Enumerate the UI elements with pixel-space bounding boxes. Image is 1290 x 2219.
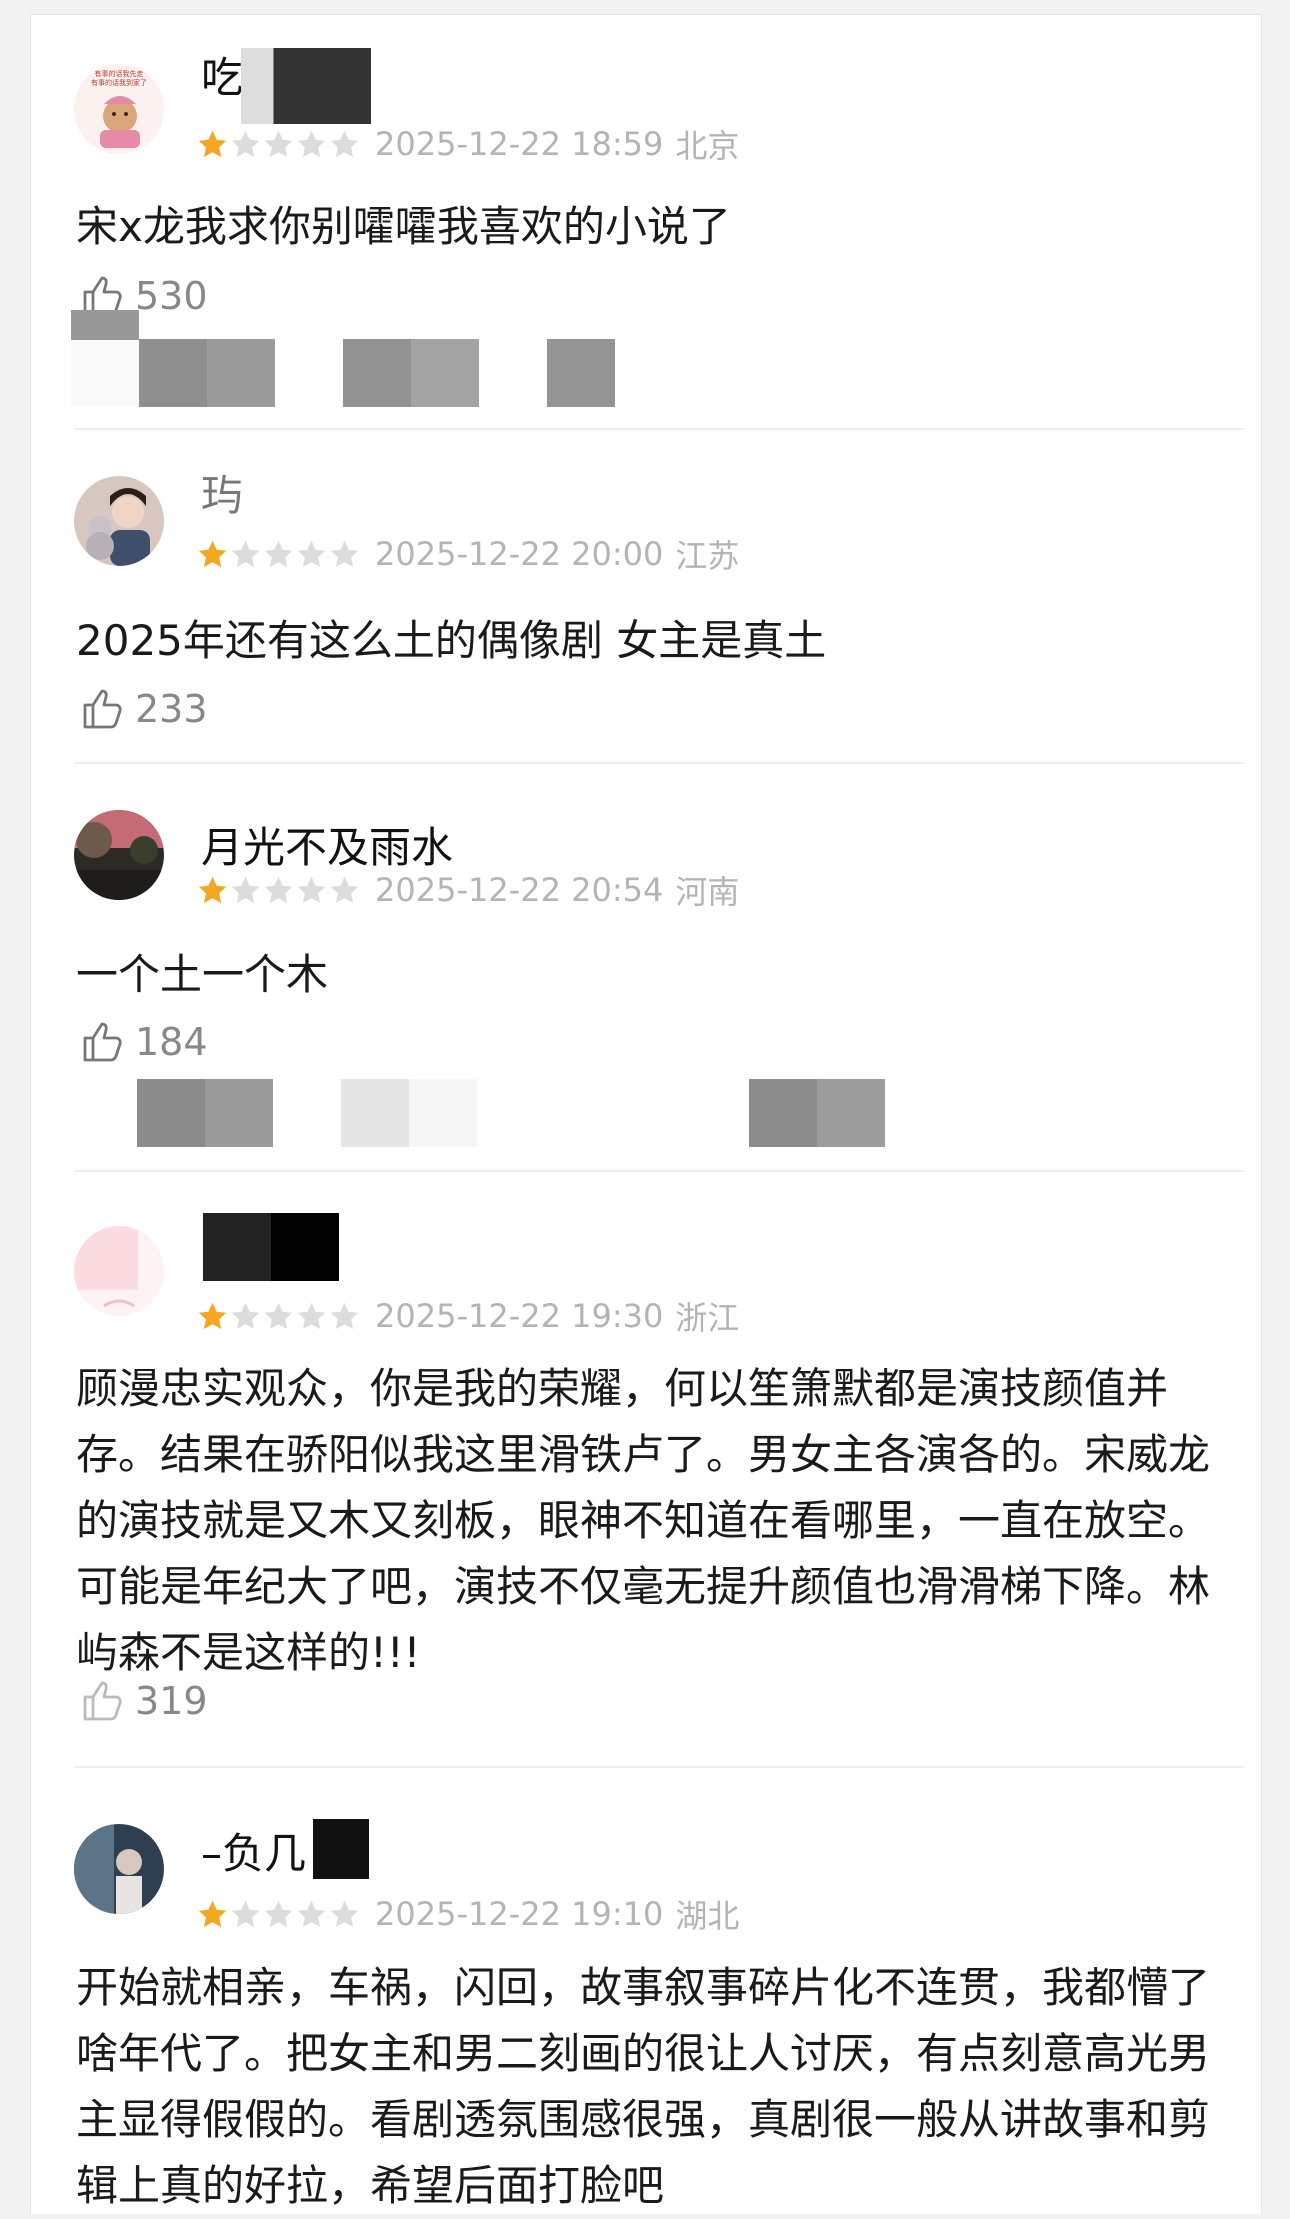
username[interactable]: –负几	[201, 1830, 306, 1878]
star-icon	[295, 1300, 328, 1333]
avatar[interactable]	[74, 1824, 164, 1914]
comment-divider	[74, 1170, 1244, 1172]
like-button[interactable]: 319	[79, 1676, 208, 1726]
star-rating	[196, 1300, 361, 1333]
comment-text: 一个土一个木	[76, 950, 329, 999]
comment-meta: 2025-12-22 19:30 浙江	[196, 1296, 740, 1337]
username[interactable]: 吃	[201, 54, 243, 102]
comment-meta: 2025-12-22 18:59 北京	[196, 124, 740, 165]
comment-text: 顾漫忠实观众，你是我的荣耀，何以笙箫默都是演技颜值并存。结果在骄阳似我这里滑铁卢…	[76, 1364, 1211, 1677]
star-icon	[196, 538, 229, 571]
star-rating	[196, 874, 361, 907]
star-icon	[262, 128, 295, 161]
comment-location: 浙江	[675, 1299, 740, 1337]
comment-divider	[74, 762, 1244, 764]
avatar[interactable]	[74, 810, 164, 900]
star-icon	[295, 538, 328, 571]
star-icon	[229, 874, 262, 907]
star-icon	[229, 1300, 262, 1333]
redaction-mosaic	[137, 1079, 885, 1147]
comment-text: 2025年还有这么土的偶像剧 女主是真土	[76, 616, 827, 665]
star-icon	[229, 538, 262, 571]
comment-time: 2025-12-22 18:59	[375, 125, 664, 163]
comment-time: 2025-12-22 19:30	[375, 1297, 664, 1335]
like-button[interactable]: 233	[79, 684, 208, 734]
avatar[interactable]	[74, 1226, 164, 1316]
redaction-block	[203, 1213, 339, 1281]
svg-text:有事的话我到家了: 有事的话我到家了	[91, 78, 147, 87]
redaction-block	[71, 310, 139, 340]
comment-divider	[74, 1766, 1244, 1768]
star-icon	[328, 874, 361, 907]
thumb-up-icon	[79, 1018, 127, 1066]
star-icon	[328, 128, 361, 161]
redaction-block	[313, 1819, 369, 1879]
comment-text: 宋x龙我求你别嚯嚯我喜欢的小说了	[76, 202, 731, 251]
star-icon	[328, 538, 361, 571]
like-count: 184	[135, 1020, 208, 1064]
avatar[interactable]	[74, 476, 164, 566]
comment-meta: 2025-12-22 20:00 江苏	[196, 534, 740, 575]
comment-location: 湖北	[675, 1897, 740, 1935]
thumb-up-icon	[79, 1677, 127, 1725]
star-icon	[262, 874, 295, 907]
comment-time: 2025-12-22 20:00	[375, 535, 664, 573]
comment-time: 2025-12-22 20:54	[375, 871, 664, 909]
star-icon	[196, 128, 229, 161]
like-count: 319	[135, 1679, 208, 1723]
star-icon	[262, 1898, 295, 1931]
star-icon	[328, 1898, 361, 1931]
like-count: 233	[135, 687, 208, 731]
comment-location: 北京	[675, 127, 740, 165]
username[interactable]: 玙	[201, 472, 243, 520]
comment-list: 有事的话我先走 有事的话我到家了 吃 2025-12-22 18:59 北京 宋…	[30, 14, 1262, 2214]
comment-meta: 2025-12-22 19:10 湖北	[196, 1894, 740, 1935]
username[interactable]: 月光不及雨水	[201, 824, 453, 872]
star-icon	[295, 1898, 328, 1931]
svg-text:有事的话我先走: 有事的话我先走	[95, 69, 144, 78]
comment-meta: 2025-12-22 20:54 河南	[196, 870, 740, 911]
like-count: 530	[135, 274, 208, 318]
star-icon	[262, 1300, 295, 1333]
star-icon	[229, 1898, 262, 1931]
star-icon	[328, 1300, 361, 1333]
top-divider	[31, 14, 1261, 15]
comment-divider	[74, 428, 1244, 430]
star-icon	[196, 874, 229, 907]
star-rating	[196, 1898, 361, 1931]
comment-time: 2025-12-22 19:10	[375, 1895, 664, 1933]
star-icon	[229, 128, 262, 161]
star-icon	[196, 1898, 229, 1931]
star-rating	[196, 128, 361, 161]
comment-location: 江苏	[675, 537, 740, 575]
star-icon	[196, 1300, 229, 1333]
star-rating	[196, 538, 361, 571]
star-icon	[295, 128, 328, 161]
thumb-up-icon	[79, 685, 127, 733]
like-button[interactable]: 184	[79, 1017, 208, 1067]
redaction-block	[241, 48, 371, 124]
comment-text: 开始就相亲，车祸，闪回，故事叙事碎片化不连贯，我都懵了啥年代了。把女主和男二刻画…	[76, 1963, 1211, 2210]
redaction-mosaic	[71, 339, 615, 407]
avatar[interactable]: 有事的话我先走 有事的话我到家了	[74, 64, 164, 154]
comment-location: 河南	[675, 873, 740, 911]
star-icon	[295, 874, 328, 907]
star-icon	[262, 538, 295, 571]
